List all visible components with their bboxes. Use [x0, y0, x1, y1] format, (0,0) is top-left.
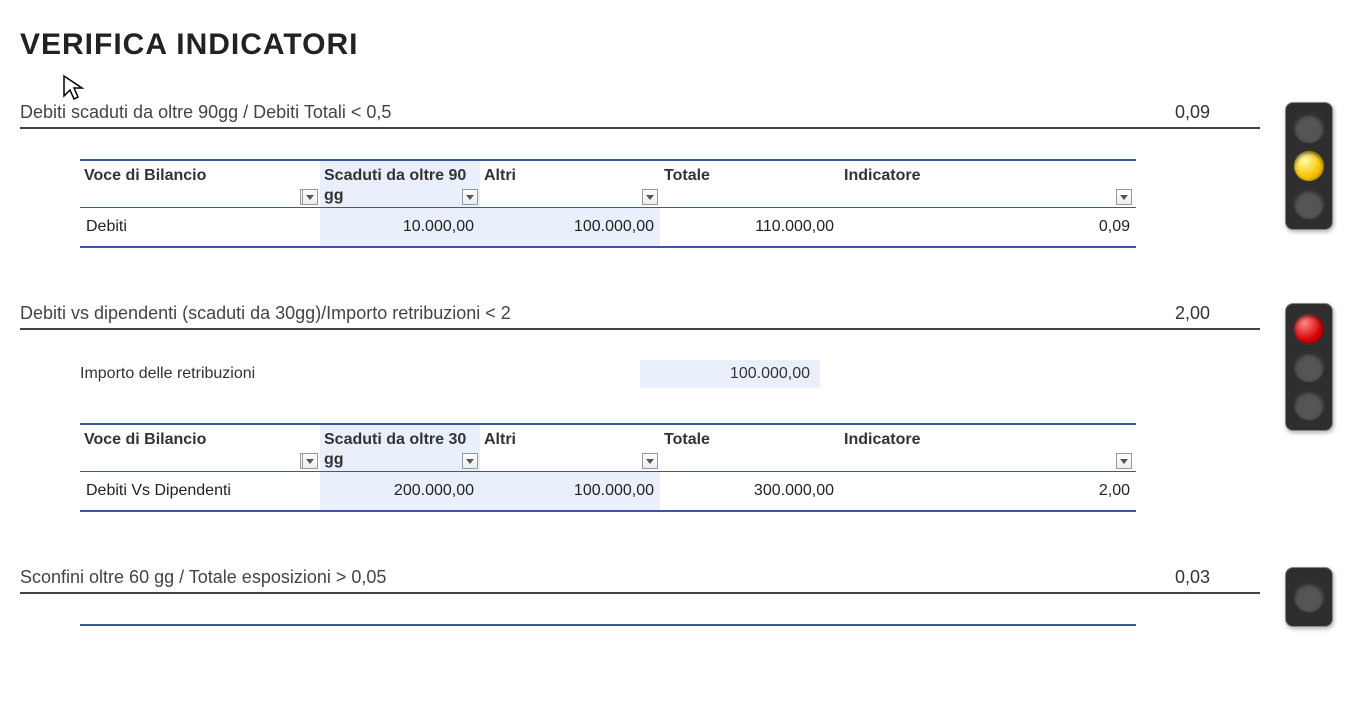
- filter-dropdown-icon[interactable]: [1116, 189, 1132, 205]
- subrow-label: Importo delle retribuzioni: [80, 365, 640, 383]
- cell-indicatore: 2,00: [840, 472, 1136, 512]
- col-header-voce[interactable]: Voce di Bilancio: [80, 424, 320, 472]
- cell-voce: Debiti: [80, 208, 320, 248]
- col-header-altri[interactable]: Altri: [480, 160, 660, 208]
- filter-dropdown-icon[interactable]: [302, 453, 318, 469]
- light-red: [1294, 314, 1324, 344]
- light-red: [1294, 582, 1324, 612]
- light-green: [1294, 390, 1324, 420]
- col-header-totale[interactable]: Totale: [660, 424, 840, 472]
- traffic-light-icon: [1285, 567, 1333, 627]
- header-label: Voce di Bilancio: [84, 431, 206, 448]
- indicator-section-3: Sconfini oltre 60 gg / Totale esposizion…: [20, 567, 1328, 626]
- filter-dropdown-icon[interactable]: [462, 189, 478, 205]
- col-header-altri[interactable]: Altri: [480, 424, 660, 472]
- cell-altri[interactable]: 100.000,00: [480, 208, 660, 248]
- cell-altri[interactable]: 100.000,00: [480, 472, 660, 512]
- sub-row-retribuzioni: Importo delle retribuzioni 100.000,00: [80, 360, 1136, 388]
- filter-dropdown-icon[interactable]: [462, 453, 478, 469]
- light-green: [1294, 189, 1324, 219]
- cell-totale: 300.000,00: [660, 472, 840, 512]
- indicator-table: Voce di Bilancio Scaduti da oltre 90 gg …: [80, 159, 1136, 248]
- col-header-indicatore[interactable]: Indicatore: [840, 424, 1136, 472]
- page-title: VERIFICA INDICATORI: [20, 28, 1328, 62]
- light-yellow: [1294, 352, 1324, 382]
- table-row: Debiti Vs Dipendenti 200.000,00 100.000,…: [80, 472, 1136, 512]
- header-label: Totale: [664, 431, 710, 448]
- section-value: 0,03: [1175, 567, 1260, 588]
- traffic-light-icon: [1285, 303, 1333, 431]
- col-header-totale[interactable]: Totale: [660, 160, 840, 208]
- col-header-indicatore[interactable]: Indicatore: [840, 160, 1136, 208]
- indicator-section-1: Debiti scaduti da oltre 90gg / Debiti To…: [20, 102, 1328, 248]
- cell-totale: 110.000,00: [660, 208, 840, 248]
- filter-dropdown-icon[interactable]: [1116, 453, 1132, 469]
- header-label: Altri: [484, 431, 516, 448]
- cell-voce: Debiti Vs Dipendenti: [80, 472, 320, 512]
- col-header-voce[interactable]: Voce di Bilancio: [80, 160, 320, 208]
- section-value: 2,00: [1175, 303, 1260, 324]
- section-title: Debiti scaduti da oltre 90gg / Debiti To…: [20, 102, 1175, 123]
- section-value: 0,09: [1175, 102, 1260, 123]
- filter-dropdown-icon[interactable]: [642, 453, 658, 469]
- indicator-section-2: Debiti vs dipendenti (scaduti da 30gg)/I…: [20, 303, 1328, 512]
- subrow-value[interactable]: 100.000,00: [640, 360, 820, 388]
- light-yellow: [1294, 151, 1324, 181]
- cell-indicatore: 0,09: [840, 208, 1136, 248]
- indicator-table: Voce di Bilancio Scaduti da oltre 30 gg …: [80, 423, 1136, 512]
- cell-scaduti[interactable]: 10.000,00: [320, 208, 480, 248]
- header-label: Altri: [484, 167, 516, 184]
- header-label: Voce di Bilancio: [84, 167, 206, 184]
- table-top-border: [80, 624, 1136, 626]
- section-header: Debiti scaduti da oltre 90gg / Debiti To…: [20, 102, 1260, 129]
- section-title: Sconfini oltre 60 gg / Totale esposizion…: [20, 567, 1175, 588]
- header-label: Scaduti da oltre 30: [324, 431, 466, 448]
- header-label: Indicatore: [844, 431, 920, 448]
- table-row: Debiti 10.000,00 100.000,00 110.000,00 0…: [80, 208, 1136, 248]
- header-label-gg: gg: [324, 451, 344, 469]
- cell-scaduti[interactable]: 200.000,00: [320, 472, 480, 512]
- col-header-scaduti[interactable]: Scaduti da oltre 90 gg: [320, 160, 480, 208]
- header-label: Totale: [664, 167, 710, 184]
- filter-dropdown-icon[interactable]: [642, 189, 658, 205]
- header-label-gg: gg: [324, 187, 344, 205]
- section-header: Debiti vs dipendenti (scaduti da 30gg)/I…: [20, 303, 1260, 330]
- filter-dropdown-icon[interactable]: [302, 189, 318, 205]
- header-label: Scaduti da oltre 90: [324, 167, 466, 184]
- col-header-scaduti[interactable]: Scaduti da oltre 30 gg: [320, 424, 480, 472]
- traffic-light-icon: [1285, 102, 1333, 230]
- section-title: Debiti vs dipendenti (scaduti da 30gg)/I…: [20, 303, 1175, 324]
- header-label: Indicatore: [844, 167, 920, 184]
- light-red: [1294, 113, 1324, 143]
- section-header: Sconfini oltre 60 gg / Totale esposizion…: [20, 567, 1260, 594]
